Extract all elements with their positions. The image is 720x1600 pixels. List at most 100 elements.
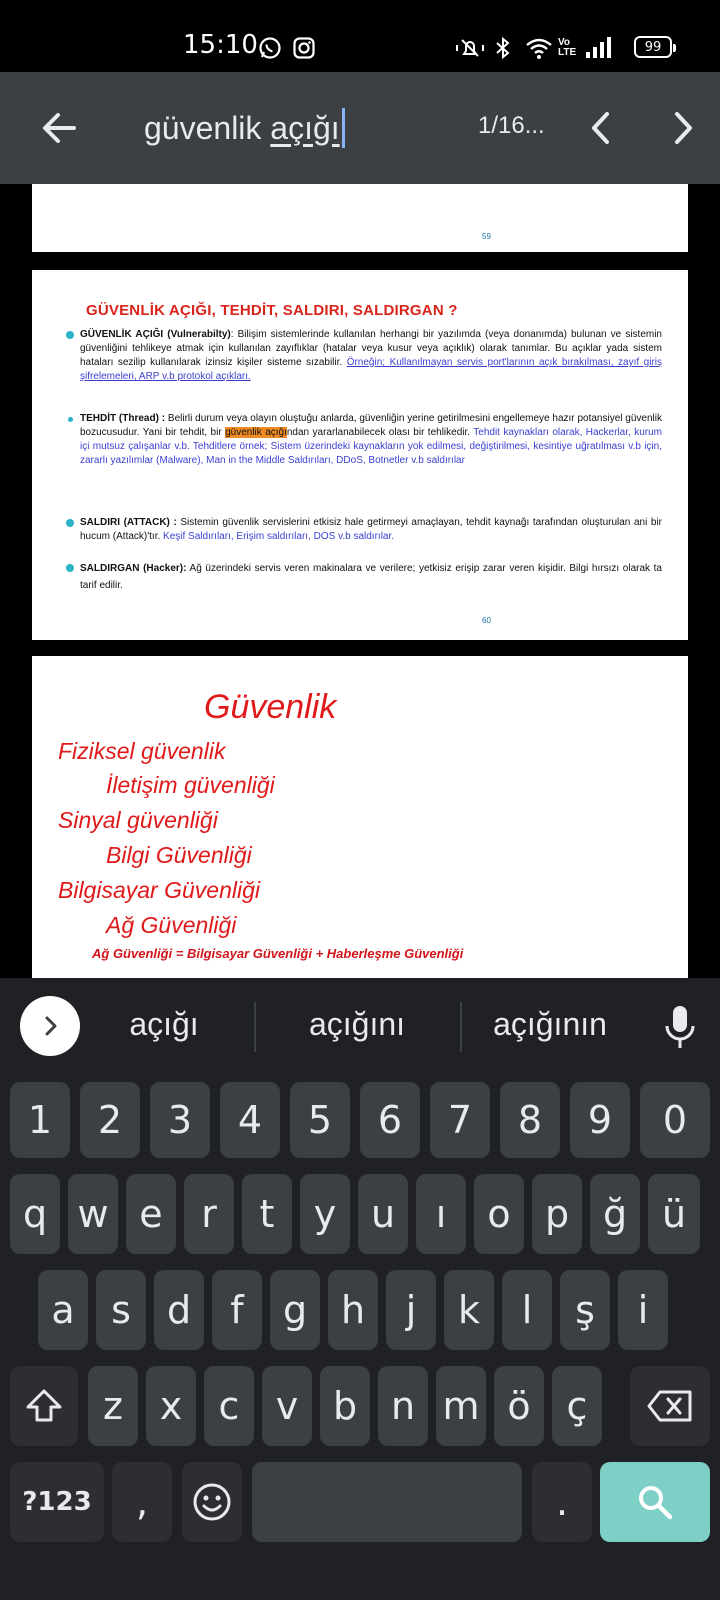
key-n[interactable]: n [378, 1366, 428, 1446]
key-7[interactable]: 7 [430, 1082, 490, 1158]
slide-title: Güvenlik [204, 688, 337, 726]
key-1[interactable]: 1 [10, 1082, 70, 1158]
key-dotless-i[interactable]: ı [416, 1174, 466, 1254]
document-page: Güvenlik Fiziksel güvenlik İletişim güve… [32, 656, 688, 978]
status-time: 15:10 [183, 30, 258, 60]
bullet-icon [66, 331, 74, 339]
key-b[interactable]: b [320, 1366, 370, 1446]
mute-icon [454, 36, 486, 60]
slide-line: Bilgi Güvenliği [106, 842, 252, 868]
backspace-icon [647, 1390, 692, 1422]
search-match-highlight: güvenlik açığı [225, 427, 287, 438]
slide-line: Ağ Güvenliği [106, 912, 237, 938]
suggestion-2[interactable]: açığını [257, 1006, 457, 1043]
shift-icon [26, 1389, 62, 1422]
key-6[interactable]: 6 [360, 1082, 420, 1158]
backspace-key[interactable] [630, 1366, 710, 1446]
key-u[interactable]: u [358, 1174, 408, 1254]
voice-input-button[interactable] [660, 1002, 700, 1052]
key-k[interactable]: k [444, 1270, 494, 1350]
key-8[interactable]: 8 [500, 1082, 560, 1158]
find-in-page-toolbar: güvenlik açığı 1/16... [0, 72, 720, 184]
chevron-right-icon [675, 112, 692, 144]
key-p[interactable]: p [532, 1174, 582, 1254]
slide-line: Sinyal güvenliği [58, 807, 218, 833]
key-c[interactable]: c [204, 1366, 254, 1446]
key-c-cedilla[interactable]: ç [552, 1366, 602, 1446]
suggestion-1[interactable]: açığı [64, 1006, 264, 1043]
chevron-left-icon [592, 112, 609, 144]
symbols-key[interactable]: ?123 [10, 1462, 104, 1542]
key-r[interactable]: r [184, 1174, 234, 1254]
arrow-left-icon [43, 113, 76, 143]
chevron-right-icon [45, 1016, 57, 1036]
soft-keyboard: 1 2 3 4 5 6 7 8 9 0 q w e r t y u ı o p … [0, 1074, 720, 1600]
key-t[interactable]: t [242, 1174, 292, 1254]
key-9[interactable]: 9 [570, 1082, 630, 1158]
bullet-vulnerability: GÜVENLİK AÇIĞI (Vulnerabilty): Bilişim s… [66, 328, 662, 384]
slide-line: İletişim güvenliği [106, 772, 275, 798]
key-f[interactable]: f [212, 1270, 262, 1350]
search-query-composing: açığı [270, 109, 340, 146]
next-match-button[interactable] [662, 108, 702, 148]
previous-match-button[interactable] [582, 108, 622, 148]
instagram-icon [292, 36, 316, 60]
microphone-icon [665, 1006, 695, 1048]
suggestion-3[interactable]: açığının [450, 1006, 650, 1043]
key-u-umlaut[interactable]: ü [648, 1174, 700, 1254]
bluetooth-icon [494, 36, 512, 60]
key-h[interactable]: h [328, 1270, 378, 1350]
key-j[interactable]: j [386, 1270, 436, 1350]
slide-line: Fiziksel güvenlik [58, 738, 226, 764]
key-g-breve[interactable]: ğ [590, 1174, 640, 1254]
shift-key[interactable] [10, 1366, 78, 1446]
document-page: 59 [32, 184, 688, 252]
back-button[interactable] [38, 108, 82, 148]
signal-icon [584, 36, 614, 60]
key-l[interactable]: l [502, 1270, 552, 1350]
key-w[interactable]: w [68, 1174, 118, 1254]
key-y[interactable]: y [300, 1174, 350, 1254]
key-g[interactable]: g [270, 1270, 320, 1350]
key-m[interactable]: m [436, 1366, 486, 1446]
key-q[interactable]: q [10, 1174, 60, 1254]
key-a[interactable]: a [38, 1270, 88, 1350]
period-key[interactable]: . [532, 1462, 592, 1542]
slide-footer: Ağ Güvenliği = Bilgisayar Güvenliği + Ha… [92, 946, 464, 961]
bullet-icon [66, 564, 74, 572]
key-3[interactable]: 3 [150, 1082, 210, 1158]
page-number: 60 [482, 616, 491, 625]
key-5[interactable]: 5 [290, 1082, 350, 1158]
emoji-key[interactable] [182, 1462, 242, 1542]
bullet-attacker: SALDIRGAN (Hacker): Ağ üzerindeki servis… [66, 560, 662, 594]
key-x[interactable]: x [146, 1366, 196, 1446]
key-i[interactable]: i [618, 1270, 668, 1350]
key-0[interactable]: 0 [640, 1082, 710, 1158]
bullet-icon [66, 519, 74, 527]
key-s[interactable]: s [96, 1270, 146, 1350]
search-key[interactable] [600, 1462, 710, 1542]
key-d[interactable]: d [154, 1270, 204, 1350]
document-page: GÜVENLİK AÇIĞI, TEHDİT, SALDIRI, SALDIRG… [32, 270, 688, 640]
search-input[interactable]: güvenlik açığı [144, 102, 345, 154]
key-z[interactable]: z [88, 1366, 138, 1446]
key-s-cedilla[interactable]: ş [560, 1270, 610, 1350]
key-v[interactable]: v [262, 1366, 312, 1446]
emoji-icon [193, 1483, 231, 1521]
comma-key[interactable]: , [112, 1462, 172, 1542]
suggestion-strip: açığı açığını açığının [0, 978, 720, 1074]
key-2[interactable]: 2 [80, 1082, 140, 1158]
wifi-icon [524, 36, 554, 60]
spacebar-key[interactable] [252, 1462, 522, 1542]
key-o-umlaut[interactable]: ö [494, 1366, 544, 1446]
search-query-text: güvenlik [144, 109, 271, 146]
key-o[interactable]: o [474, 1174, 524, 1254]
suggestion-divider [254, 1002, 256, 1052]
bullet-attack: SALDIRI (ATTACK) : Sistemin güvenlik ser… [66, 516, 662, 544]
document-viewer[interactable]: 59 GÜVENLİK AÇIĞI, TEHDİT, SALDIRI, SALD… [0, 184, 720, 978]
key-e[interactable]: e [126, 1174, 176, 1254]
key-4[interactable]: 4 [220, 1082, 280, 1158]
whatsapp-icon [258, 36, 282, 60]
volte-indicator: Vo LTE [558, 37, 577, 58]
slide-title: GÜVENLİK AÇIĞI, TEHDİT, SALDIRI, SALDIRG… [86, 302, 458, 319]
